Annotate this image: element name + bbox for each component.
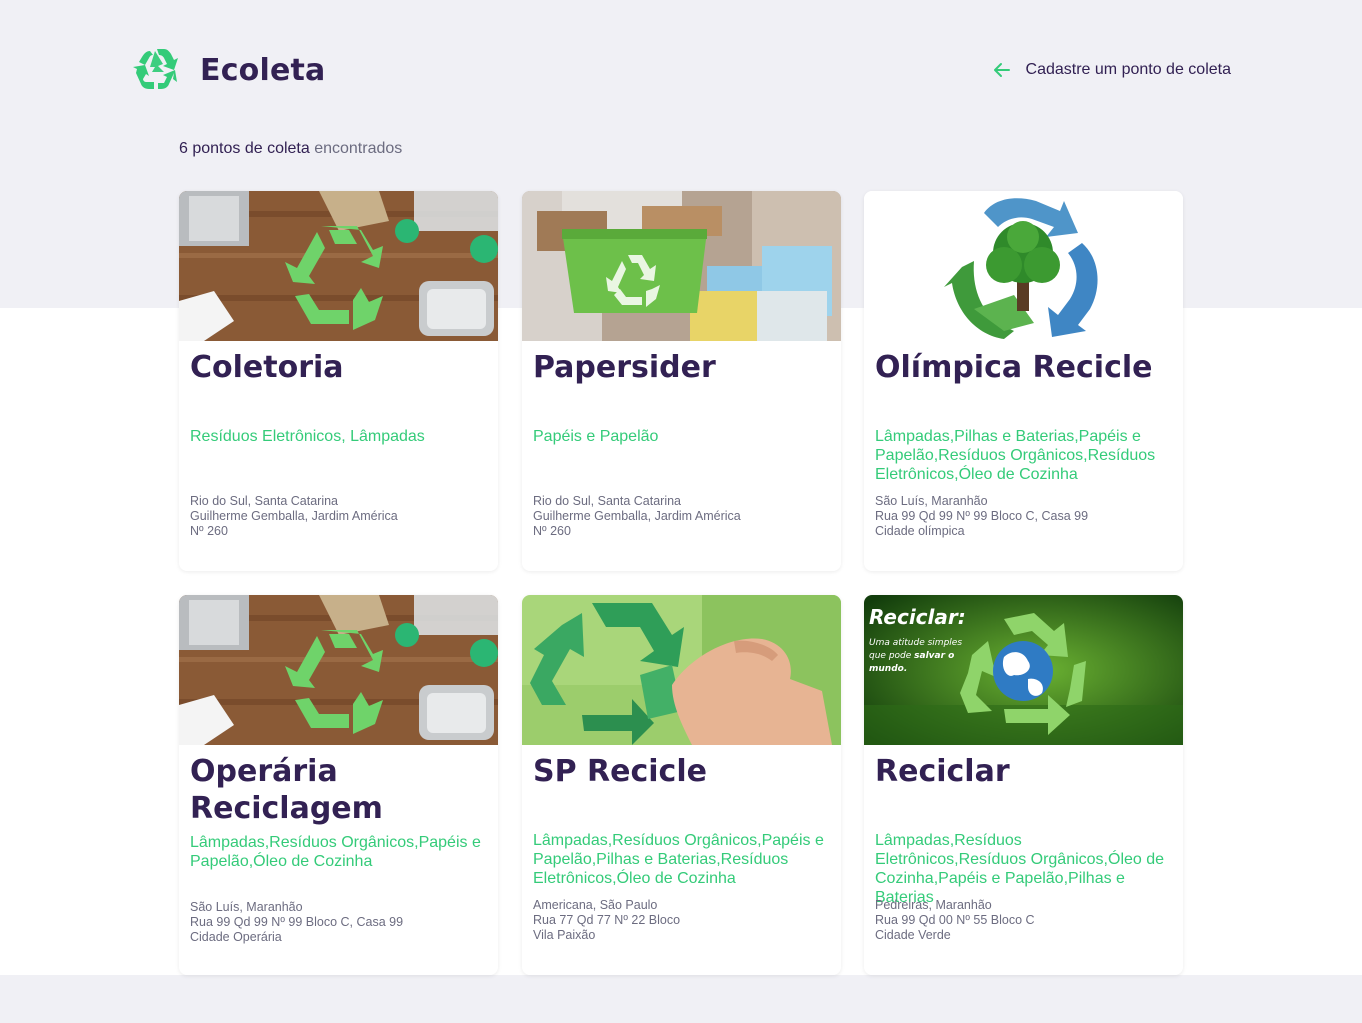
point-image [179, 595, 498, 745]
address-street: Rua 99 Qd 99 Nº 99 Bloco C, Casa 99 [190, 915, 404, 929]
point-address: São Luís, Maranhão Rua 99 Qd 99 Nº 99 Bl… [190, 900, 490, 945]
point-items: Resíduos Eletrônicos, Lâmpadas [190, 428, 425, 445]
address-city: São Luís, Maranhão [875, 494, 988, 508]
address-city: Americana, São Paulo [533, 898, 658, 912]
point-name: Olímpica Recicle [875, 350, 1153, 385]
address-street: Guilherme Gemballa, Jardim América [533, 509, 741, 523]
image-line-1: Uma atitude simples [869, 638, 962, 648]
register-point-link[interactable]: Cadastre um ponto de coleta [992, 60, 1231, 80]
page-bottom-background [0, 975, 1362, 1023]
address-detail: Cidade Verde [875, 928, 951, 942]
point-image: Reciclar: Uma atitude simples que pode s… [864, 595, 1183, 745]
image-headline: Reciclar: [869, 605, 966, 629]
results-count-suffix: encontrados [309, 140, 403, 157]
address-street: Rua 77 Qd 77 Nº 22 Bloco [533, 913, 681, 927]
point-name: Operária Reciclagem [190, 754, 383, 826]
address-detail: Cidade olímpica [875, 524, 965, 538]
recycle-icon [133, 49, 178, 89]
point-card[interactable]: Operária Reciclagem Lâmpadas,Resíduos Or… [179, 595, 498, 975]
point-image [179, 191, 498, 341]
address-city: Rio do Sul, Santa Catarina [533, 494, 682, 508]
point-items: Lâmpadas,Pilhas e Baterias,Papéis e Pape… [875, 428, 1156, 483]
address-street: Rua 99 Qd 00 Nº 55 Bloco C [875, 913, 1035, 927]
page-header: Ecoleta Cadastre um ponto de coleta [130, 44, 1231, 96]
address-city: São Luís, Maranhão [190, 900, 303, 914]
svg-text:que pode salvar o: que pode salvar o [869, 651, 954, 661]
address-street: Guilherme Gemballa, Jardim América [190, 509, 398, 523]
point-items: Lâmpadas,Resíduos Eletrônicos,Resíduos O… [875, 832, 1165, 906]
point-name: SP Recicle [533, 754, 707, 789]
point-image [864, 191, 1183, 341]
point-address: Rio do Sul, Santa Catarina Guilherme Gem… [533, 494, 833, 539]
address-city: Pedreiras, Maranhão [875, 898, 992, 912]
point-address: Pedreiras, Maranhão Rua 99 Qd 00 Nº 55 B… [875, 898, 1175, 943]
address-detail: Nº 260 [190, 524, 228, 538]
point-name: Coletoria [190, 350, 344, 385]
address-detail: Nº 260 [533, 524, 571, 538]
brand-logo[interactable]: Ecoleta [130, 45, 326, 95]
point-items: Lâmpadas,Resíduos Orgânicos,Papéis e Pap… [533, 832, 824, 887]
image-line-3: mundo. [869, 664, 907, 674]
image-line-2a: que pode [869, 651, 914, 661]
point-image [522, 595, 841, 745]
point-card[interactable]: SP Recicle Lâmpadas,Resíduos Orgânicos,P… [522, 595, 841, 975]
point-image [522, 191, 841, 341]
results-count-number: 6 pontos de coleta [179, 140, 310, 157]
point-card[interactable]: Coletoria Resíduos Eletrônicos, Lâmpadas… [179, 191, 498, 571]
point-name: Papersider [533, 350, 716, 385]
point-address: Americana, São Paulo Rua 77 Qd 77 Nº 22 … [533, 898, 833, 943]
point-items: Lâmpadas,Resíduos Orgânicos,Papéis e Pap… [190, 834, 481, 870]
address-city: Rio do Sul, Santa Catarina [190, 494, 339, 508]
point-items: Papéis e Papelão [533, 428, 659, 445]
address-detail: Vila Paixão [533, 928, 596, 942]
image-line-2b: salvar o [914, 651, 954, 661]
point-address: São Luís, Maranhão Rua 99 Qd 99 Nº 99 Bl… [875, 494, 1175, 539]
point-address: Rio do Sul, Santa Catarina Guilherme Gem… [190, 494, 490, 539]
arrow-left-icon [993, 63, 1010, 77]
brand-name: Ecoleta [200, 52, 326, 88]
point-name: Reciclar [875, 754, 1010, 789]
register-point-label: Cadastre um ponto de coleta [1025, 61, 1231, 78]
point-card[interactable]: Olímpica Recicle Lâmpadas,Pilhas e Bater… [864, 191, 1183, 571]
point-card[interactable]: Papersider Papéis e Papelão Rio do Sul, … [522, 191, 841, 571]
address-street: Rua 99 Qd 99 Nº 99 Bloco C, Casa 99 [875, 509, 1089, 523]
point-card[interactable]: Reciclar: Uma atitude simples que pode s… [864, 595, 1183, 975]
address-detail: Cidade Operária [190, 930, 282, 944]
results-count: 6 pontos de coleta encontrados [179, 140, 402, 158]
